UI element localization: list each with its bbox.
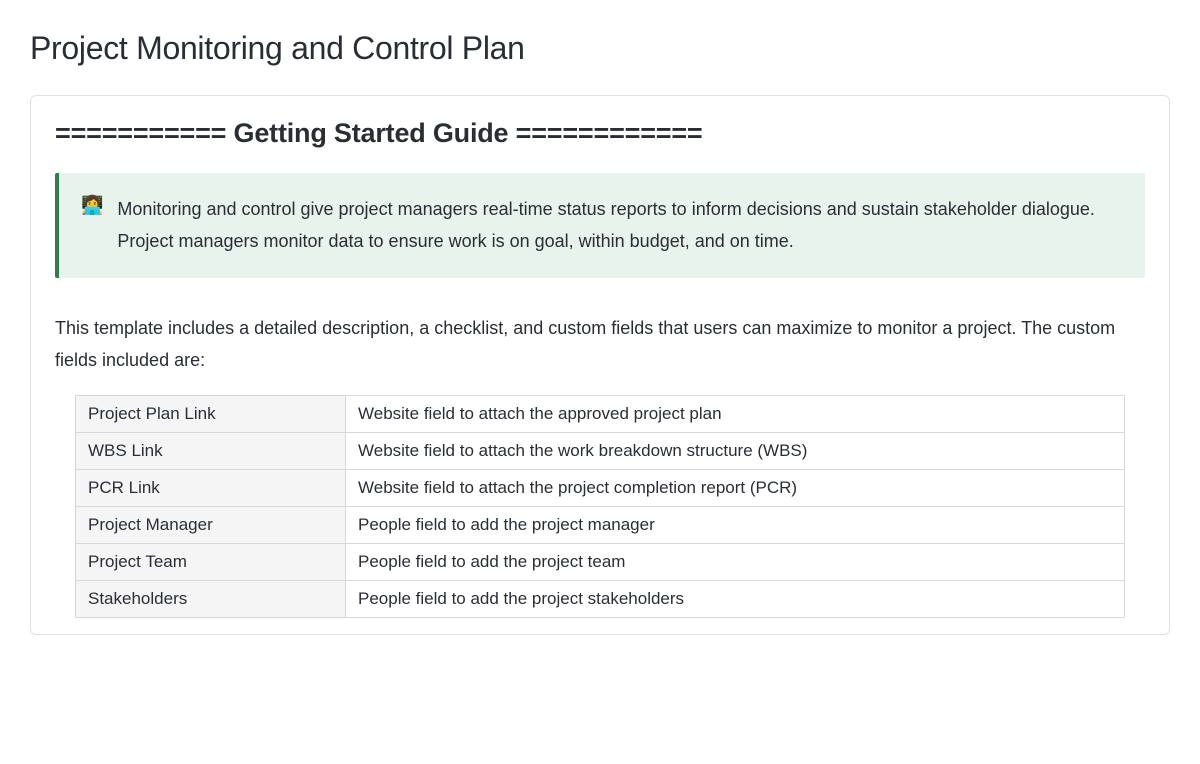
field-description: People field to add the project team (346, 543, 1125, 580)
page-title: Project Monitoring and Control Plan (30, 30, 1170, 67)
field-label: Stakeholders (76, 580, 346, 617)
field-label: WBS Link (76, 432, 346, 469)
table-row: Project Plan Link Website field to attac… (76, 395, 1125, 432)
field-description: People field to add the project stakehol… (346, 580, 1125, 617)
field-description: Website field to attach the approved pro… (346, 395, 1125, 432)
field-label: Project Team (76, 543, 346, 580)
custom-fields-table: Project Plan Link Website field to attac… (75, 395, 1125, 618)
field-label: Project Manager (76, 506, 346, 543)
field-description: People field to add the project manager (346, 506, 1125, 543)
intro-text: This template includes a detailed descri… (55, 312, 1145, 377)
table-row: Stakeholders People field to add the pro… (76, 580, 1125, 617)
content-box: =========== Getting Started Guide ======… (30, 95, 1170, 635)
table-row: Project Manager People field to add the … (76, 506, 1125, 543)
table-row: Project Team People field to add the pro… (76, 543, 1125, 580)
field-description: Website field to attach the project comp… (346, 469, 1125, 506)
guide-heading: =========== Getting Started Guide ======… (55, 118, 1145, 149)
table-row: PCR Link Website field to attach the pro… (76, 469, 1125, 506)
callout-text: Monitoring and control give project mana… (117, 193, 1123, 258)
field-label: PCR Link (76, 469, 346, 506)
table-row: WBS Link Website field to attach the wor… (76, 432, 1125, 469)
callout-icon: 👩‍💻 (81, 193, 103, 258)
field-label: Project Plan Link (76, 395, 346, 432)
field-description: Website field to attach the work breakdo… (346, 432, 1125, 469)
callout-block: 👩‍💻 Monitoring and control give project … (55, 173, 1145, 278)
